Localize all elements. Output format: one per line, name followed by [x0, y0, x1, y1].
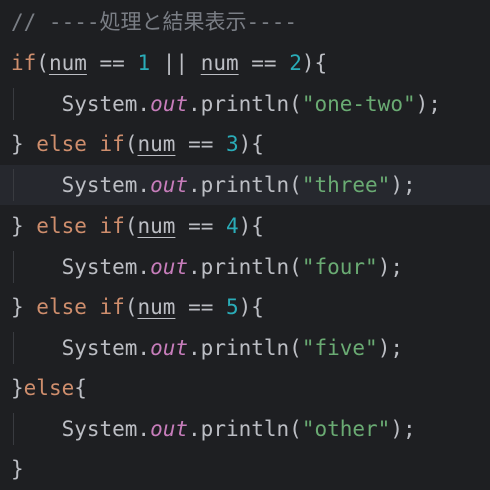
field-out: out [150, 173, 189, 197]
indent-guide [13, 169, 14, 201]
code-line-8[interactable]: } else if(num == 5){ [0, 287, 490, 327]
paren-brace: ){ [238, 295, 264, 319]
method-println: .println( [188, 417, 302, 441]
paren-brace: ){ [238, 132, 264, 156]
code-editor[interactable]: // ----処理と結果表示---- if(num == 1 || num ==… [0, 0, 490, 490]
variable-num: num [137, 214, 176, 238]
variable-num: num [137, 132, 176, 156]
class-system: System. [61, 255, 151, 279]
indent-guide [13, 88, 14, 120]
operator-or: || [150, 51, 201, 75]
brace-close: } [11, 376, 24, 400]
operator-eq: == [86, 51, 138, 75]
paren-open: ( [36, 51, 49, 75]
string-literal: "five" [301, 336, 378, 360]
code-line-1[interactable]: // ----処理と結果表示---- [0, 2, 490, 42]
field-out: out [150, 92, 189, 116]
code-line-7[interactable]: System.out.println("four"); [0, 247, 490, 287]
indent-guide [13, 251, 14, 283]
field-out: out [150, 255, 189, 279]
field-out: out [150, 336, 189, 360]
keyword-else: else [23, 376, 75, 400]
string-literal: "other" [301, 417, 391, 441]
operator-eq: == [175, 214, 226, 238]
paren-close: ); [377, 336, 403, 360]
indent-guide [13, 413, 14, 445]
paren-close: ); [377, 255, 403, 279]
class-system: System. [61, 173, 151, 197]
method-println: .println( [188, 336, 302, 360]
keyword-if: if [99, 132, 125, 156]
code-line-2[interactable]: if(num == 1 || num == 2){ [0, 43, 490, 83]
paren-brace: ){ [238, 214, 264, 238]
variable-num: num [48, 51, 87, 75]
brace-close: } [11, 214, 37, 238]
number-literal: 2 [289, 51, 302, 75]
paren-close: ); [415, 92, 441, 116]
number-literal: 1 [137, 51, 151, 75]
variable-num: num [137, 295, 176, 319]
operator-eq: == [175, 295, 226, 319]
field-out: out [150, 417, 189, 441]
operator-eq: == [175, 132, 226, 156]
paren-close: ); [390, 173, 416, 197]
keyword-else: else [36, 132, 87, 156]
class-system: System. [61, 336, 151, 360]
keyword-if: if [99, 295, 125, 319]
code-line-10[interactable]: }else{ [0, 368, 490, 408]
class-system: System. [61, 92, 151, 116]
string-literal: "four" [301, 255, 378, 279]
code-line-3[interactable]: System.out.println("one-two"); [0, 84, 490, 124]
brace-close: } [11, 132, 37, 156]
paren-close: ); [390, 417, 416, 441]
string-literal: "three" [301, 173, 391, 197]
method-println: .println( [188, 92, 302, 116]
keyword-if: if [99, 214, 125, 238]
operator-eq: == [238, 51, 290, 75]
indent-guide [13, 332, 14, 364]
brace-close: } [11, 295, 37, 319]
brace-close: } [11, 457, 24, 481]
code-line-5-current[interactable]: System.out.println("three"); [0, 165, 490, 205]
keyword-else: else [36, 214, 87, 238]
keyword-if: if [11, 51, 37, 75]
comment-text: // ----処理と結果表示---- [11, 10, 298, 34]
number-literal: 3 [226, 132, 239, 156]
code-line-9[interactable]: System.out.println("five"); [0, 328, 490, 368]
code-line-6[interactable]: } else if(num == 4){ [0, 206, 490, 246]
brace-open: { [74, 376, 87, 400]
code-line-12[interactable]: } [0, 449, 490, 489]
paren-brace: ){ [301, 51, 328, 75]
method-println: .println( [188, 255, 302, 279]
method-println: .println( [188, 173, 302, 197]
code-line-4[interactable]: } else if(num == 3){ [0, 124, 490, 164]
class-system: System. [61, 417, 151, 441]
paren-open: ( [124, 132, 138, 156]
keyword-else: else [36, 295, 87, 319]
variable-num: num [200, 51, 239, 75]
code-line-11[interactable]: System.out.println("other"); [0, 409, 490, 449]
number-literal: 5 [226, 295, 239, 319]
number-literal: 4 [226, 214, 239, 238]
paren-open: ( [124, 295, 138, 319]
paren-open: ( [124, 214, 138, 238]
string-literal: "one-two" [301, 92, 416, 116]
